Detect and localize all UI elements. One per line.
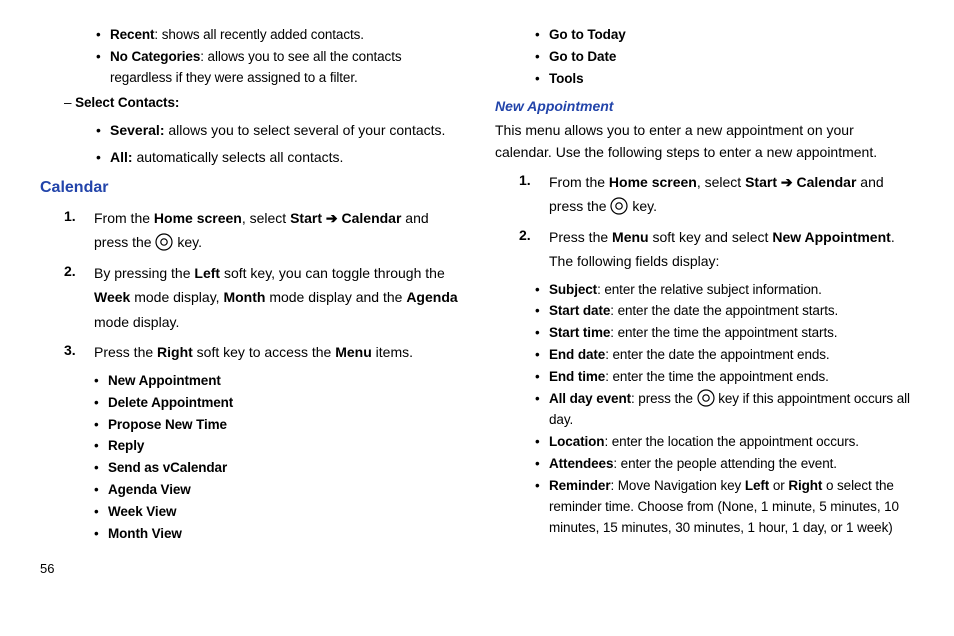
step-item: 1. From the Home screen, select Start ➔ …	[519, 170, 914, 219]
list-item: •Reminder: Move Navigation key Left or R…	[535, 476, 914, 539]
term: No Categories	[110, 49, 200, 64]
step-number: 2.	[519, 225, 549, 274]
term: Several:	[110, 122, 164, 138]
list-item: •Subject: enter the relative subject inf…	[535, 280, 914, 301]
intro-text: This menu allows you to enter a new appo…	[495, 119, 914, 164]
list-item: • No Categories: allows you to see all t…	[40, 47, 459, 89]
list-item: •All day event: press the key if this ap…	[535, 389, 914, 431]
list-item: •Month View	[94, 524, 459, 545]
list-item: •Start date: enter the date the appointm…	[535, 301, 914, 322]
subsection-heading-new-appointment: New Appointment	[495, 96, 914, 117]
step-item: 3. Press the Right soft key to access th…	[64, 340, 459, 365]
desc: automatically selects all contacts.	[133, 149, 344, 165]
section-heading-calendar: Calendar	[40, 176, 459, 200]
list-item: •Send as vCalendar	[94, 458, 459, 479]
center-key-icon	[155, 233, 173, 251]
list-item: • Several: allows you to select several …	[40, 120, 459, 141]
list-item: •Propose New Time	[94, 415, 459, 436]
list-item: •End date: enter the date the appointmen…	[535, 345, 914, 366]
page-columns: • Recent: shows all recently added conta…	[40, 24, 914, 579]
left-column: • Recent: shows all recently added conta…	[40, 24, 459, 579]
list-item: • Recent: shows all recently added conta…	[40, 25, 459, 46]
list-item: •Start time: enter the time the appointm…	[535, 323, 914, 344]
desc: : shows all recently added contacts.	[154, 27, 364, 42]
right-column: •Go to Today •Go to Date •Tools New Appo…	[495, 24, 914, 579]
list-item: •Delete Appointment	[94, 393, 459, 414]
list-item: •Go to Today	[535, 25, 914, 46]
center-key-icon	[697, 389, 715, 407]
desc: allows you to select several of your con…	[164, 122, 445, 138]
step-item: 1. From the Home screen, select Start ➔ …	[64, 206, 459, 255]
list-item: •Tools	[535, 69, 914, 90]
list-item: •Location: enter the location the appoin…	[535, 432, 914, 453]
list-item: •End time: enter the time the appointmen…	[535, 367, 914, 388]
list-item: •Agenda View	[94, 480, 459, 501]
heading-text: Select Contacts:	[75, 95, 179, 110]
step-number: 1.	[519, 170, 549, 219]
select-contacts-heading: – Select Contacts:	[40, 93, 459, 114]
list-item: •Reply	[94, 436, 459, 457]
step-number: 1.	[64, 206, 94, 255]
term: All:	[110, 149, 133, 165]
list-item: • All: automatically selects all contact…	[40, 147, 459, 168]
step-number: 2.	[64, 261, 94, 335]
list-item: •Go to Date	[535, 47, 914, 68]
step-item: 2. By pressing the Left soft key, you ca…	[64, 261, 459, 335]
term: Recent	[110, 27, 154, 42]
step-item: 2. Press the Menu soft key and select Ne…	[519, 225, 914, 274]
page-number: 56	[40, 559, 459, 579]
list-item: •New Appointment	[94, 371, 459, 392]
list-item: •Week View	[94, 502, 459, 523]
step-number: 3.	[64, 340, 94, 365]
center-key-icon	[610, 197, 628, 215]
list-item: •Attendees: enter the people attending t…	[535, 454, 914, 475]
